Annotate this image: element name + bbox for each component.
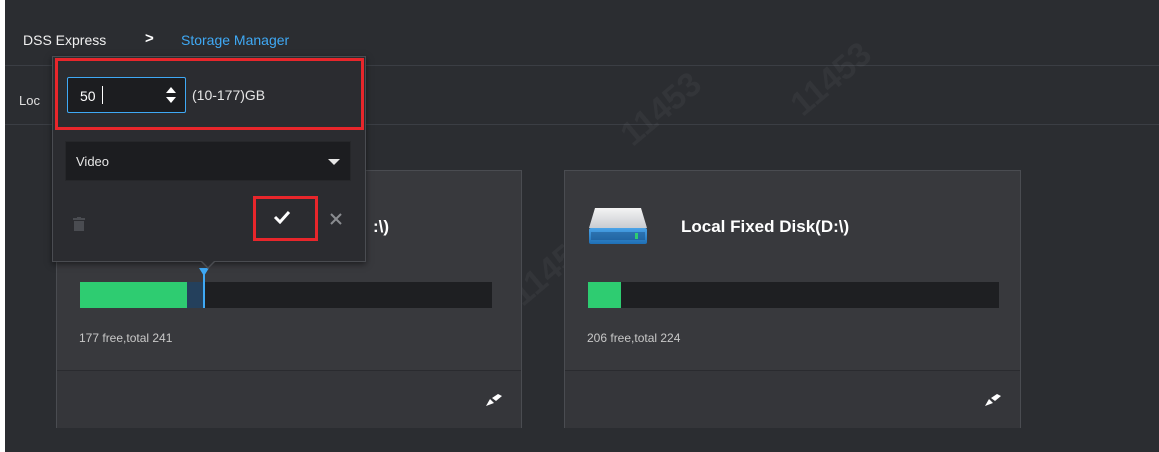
size-stepper[interactable]: 50 [67,77,186,113]
disk-card-d[interactable]: Local Fixed Disk(D:\) 206 free,total 224 [564,170,1021,428]
allocation-popup: 50 (10-177)GB Video [52,56,366,269]
edit-icon[interactable] [485,393,503,407]
close-icon[interactable] [329,212,343,226]
edit-icon[interactable] [984,393,1002,407]
allocation-marker-tip[interactable] [199,268,209,276]
popup-caret-inner [201,260,215,267]
toolbar-label: Loc [19,93,40,108]
allocation-marker[interactable] [203,272,205,308]
breadcrumb-current[interactable]: Storage Manager [181,32,289,48]
disk-allocated-fill [187,282,203,308]
disk-title: Local Fixed Disk(D:\) [681,217,850,236]
disk-card-footer [57,370,521,428]
disk-usage-bar[interactable] [588,282,999,308]
text-cursor [102,86,103,104]
storage-type-value: Video [76,154,110,169]
storage-type-select[interactable]: Video [65,141,351,181]
disk-title: :\) [373,217,390,236]
stepper-arrows-icon[interactable] [165,86,177,104]
disk-used-fill [80,282,187,308]
size-range-text: (10-177)GB [192,87,266,103]
disk-free-text: 206 free,total 224 [587,331,681,345]
storage-manager-app: DSS Express > Storage Manager Loc 11453 … [5,0,1159,452]
size-input[interactable]: 50 [80,88,96,104]
disk-free-text: 177 free,total 241 [79,331,173,345]
hard-disk-icon [589,208,647,244]
disk-card-footer [565,370,1020,428]
chevron-down-icon[interactable] [328,159,340,165]
breadcrumb-separator: > [145,30,154,47]
disk-usage-bar[interactable] [80,268,492,308]
disk-used-fill [588,282,621,308]
check-icon[interactable] [273,210,291,224]
breadcrumb-root[interactable]: DSS Express [23,32,106,48]
trash-icon[interactable] [73,217,85,231]
